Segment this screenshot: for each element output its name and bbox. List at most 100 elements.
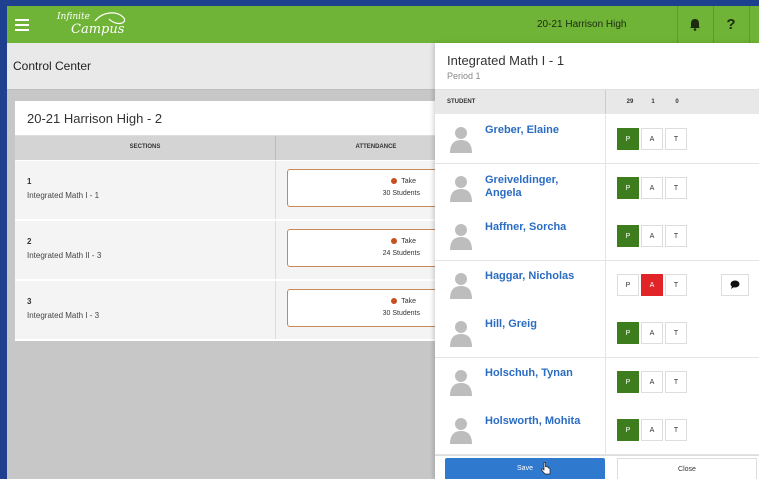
save-label: Save (517, 465, 533, 472)
control-center-header: Control Center (7, 43, 435, 90)
take-attendance-button[interactable]: Take 30 Students (287, 169, 437, 207)
section-row: 1 Integrated Math I - 1 Take 30 Students (15, 161, 437, 221)
toolbar-divider (749, 6, 750, 43)
take-label: Take (401, 238, 416, 245)
avatar-icon (449, 174, 473, 202)
infinite-campus-logo: Infinite Campus (57, 12, 126, 37)
attendance-t-button[interactable]: T (665, 128, 687, 150)
row-divider (275, 161, 276, 219)
menu-icon[interactable] (7, 6, 37, 43)
attendance-t-button[interactable]: T (665, 273, 687, 296)
student-row: Hill, Greig P A T (435, 309, 759, 358)
row-divider (275, 221, 276, 279)
student-name-link[interactable]: Haffner, Sorcha (485, 221, 595, 234)
attendance-p-button[interactable]: P (617, 419, 639, 441)
student-row: Holsworth, Mohita P A T (435, 406, 759, 455)
attendance-p-button[interactable]: P (617, 370, 639, 393)
avatar-icon (449, 319, 473, 347)
student-name-link[interactable]: Greber, Elaine (485, 124, 595, 137)
page-title: Control Center (13, 59, 92, 73)
bell-icon[interactable] (677, 6, 713, 43)
attendance-p-button[interactable]: P (617, 322, 639, 344)
col-student: STUDENT (447, 99, 476, 105)
take-attendance-button[interactable]: Take 30 Students (287, 289, 437, 327)
student-name-link[interactable]: Holsworth, Mohita (485, 415, 595, 428)
attendance-a-button[interactable]: A (641, 322, 663, 344)
take-label: Take (401, 178, 416, 185)
column-divider (605, 212, 606, 260)
panel-title: Integrated Math I - 1 (447, 53, 565, 68)
sections-column-header: SECTIONS ATTENDANCE (15, 136, 435, 160)
attendance-p-button[interactable]: P (617, 225, 639, 247)
column-divider (605, 357, 606, 406)
attendance-t-button[interactable]: T (665, 419, 687, 441)
panel-subtitle: Period 1 (447, 71, 481, 81)
attendance-a-button[interactable]: A (641, 370, 663, 393)
student-name-link[interactable]: Hill, Greig (485, 318, 595, 331)
student-count: 24 Students (382, 250, 420, 257)
attendance-a-button[interactable]: A (641, 273, 663, 296)
sections-card: 20-21 Harrison High - 2 SECTIONS ATTENDA… (15, 101, 437, 341)
panel-footer: Save Close (435, 455, 759, 479)
student-name-link[interactable]: Holschuh, Tynan (485, 367, 595, 380)
student-name-link[interactable]: Greiveldinger, Angela (485, 174, 595, 200)
attendance-t-button[interactable]: T (665, 176, 687, 199)
top-bar: Infinite Campus 20-21 Harrison High ? (7, 6, 759, 43)
save-button[interactable]: Save (445, 458, 605, 479)
attendance-t-button[interactable]: T (665, 370, 687, 393)
column-divider (605, 90, 606, 114)
status-dot-icon (391, 238, 398, 245)
absent-count: 1 (651, 99, 655, 105)
student-column-header: STUDENT 29 1 0 (435, 90, 759, 114)
attendance-p-button[interactable]: P (617, 128, 639, 150)
panel-header: Integrated Math I - 1 Period 1 (435, 43, 759, 90)
help-icon[interactable]: ? (713, 6, 749, 43)
student-row: Holschuh, Tynan P A T (435, 357, 759, 407)
attendance-p-button[interactable]: P (617, 176, 639, 199)
column-divider (605, 309, 606, 357)
school-name[interactable]: 20-21 Harrison High (537, 6, 627, 43)
avatar-icon (449, 125, 473, 153)
col-sections: SECTIONS (129, 144, 161, 150)
card-header: 20-21 Harrison High - 2 (15, 101, 435, 136)
avatar-icon (449, 222, 473, 250)
section-name: Integrated Math I - 3 (27, 311, 100, 320)
take-label: Take (401, 298, 416, 305)
attendance-a-button[interactable]: A (641, 225, 663, 247)
section-name: Integrated Math I - 1 (27, 191, 100, 200)
close-button[interactable]: Close (617, 458, 757, 479)
avatar-icon (449, 271, 473, 299)
row-divider (275, 281, 276, 339)
avatar-icon (449, 416, 473, 444)
student-name-link[interactable]: Haggar, Nicholas (485, 270, 595, 283)
attendance-p-button[interactable]: P (617, 273, 639, 296)
student-row: Haffner, Sorcha P A T (435, 212, 759, 261)
control-center-pane: Control Center 20-21 Harrison High - 2 S… (7, 43, 437, 479)
section-row: 3 Integrated Math I - 3 Take 30 Students (15, 281, 437, 341)
attendance-a-button[interactable]: A (641, 128, 663, 150)
section-name: Integrated Math II - 3 (27, 251, 102, 260)
student-row: Haggar, Nicholas P A T (435, 260, 759, 310)
section-row: 2 Integrated Math II - 3 Take 24 Student… (15, 221, 437, 281)
student-row: Greiveldinger, Angela P A T (435, 163, 759, 213)
status-dot-icon (391, 298, 398, 305)
take-attendance-button[interactable]: Take 24 Students (287, 229, 437, 267)
app-frame: Infinite Campus 20-21 Harrison High ? Co… (7, 6, 759, 479)
section-period: 1 (27, 177, 32, 186)
column-divider (605, 406, 606, 454)
attendance-a-button[interactable]: A (641, 419, 663, 441)
comment-icon[interactable] (721, 273, 749, 296)
section-period: 3 (27, 297, 32, 306)
attendance-t-button[interactable]: T (665, 225, 687, 247)
section-period: 2 (27, 237, 32, 246)
student-count: 30 Students (382, 310, 420, 317)
attendance-a-button[interactable]: A (641, 176, 663, 199)
status-dot-icon (391, 178, 398, 185)
hand-cursor-icon (541, 462, 551, 475)
attendance-t-button[interactable]: T (665, 322, 687, 344)
student-count: 30 Students (382, 190, 420, 197)
column-divider (605, 115, 606, 163)
card-title: 20-21 Harrison High - 2 (27, 111, 163, 126)
col-attendance: ATTENDANCE (355, 144, 397, 150)
column-divider (605, 163, 606, 212)
